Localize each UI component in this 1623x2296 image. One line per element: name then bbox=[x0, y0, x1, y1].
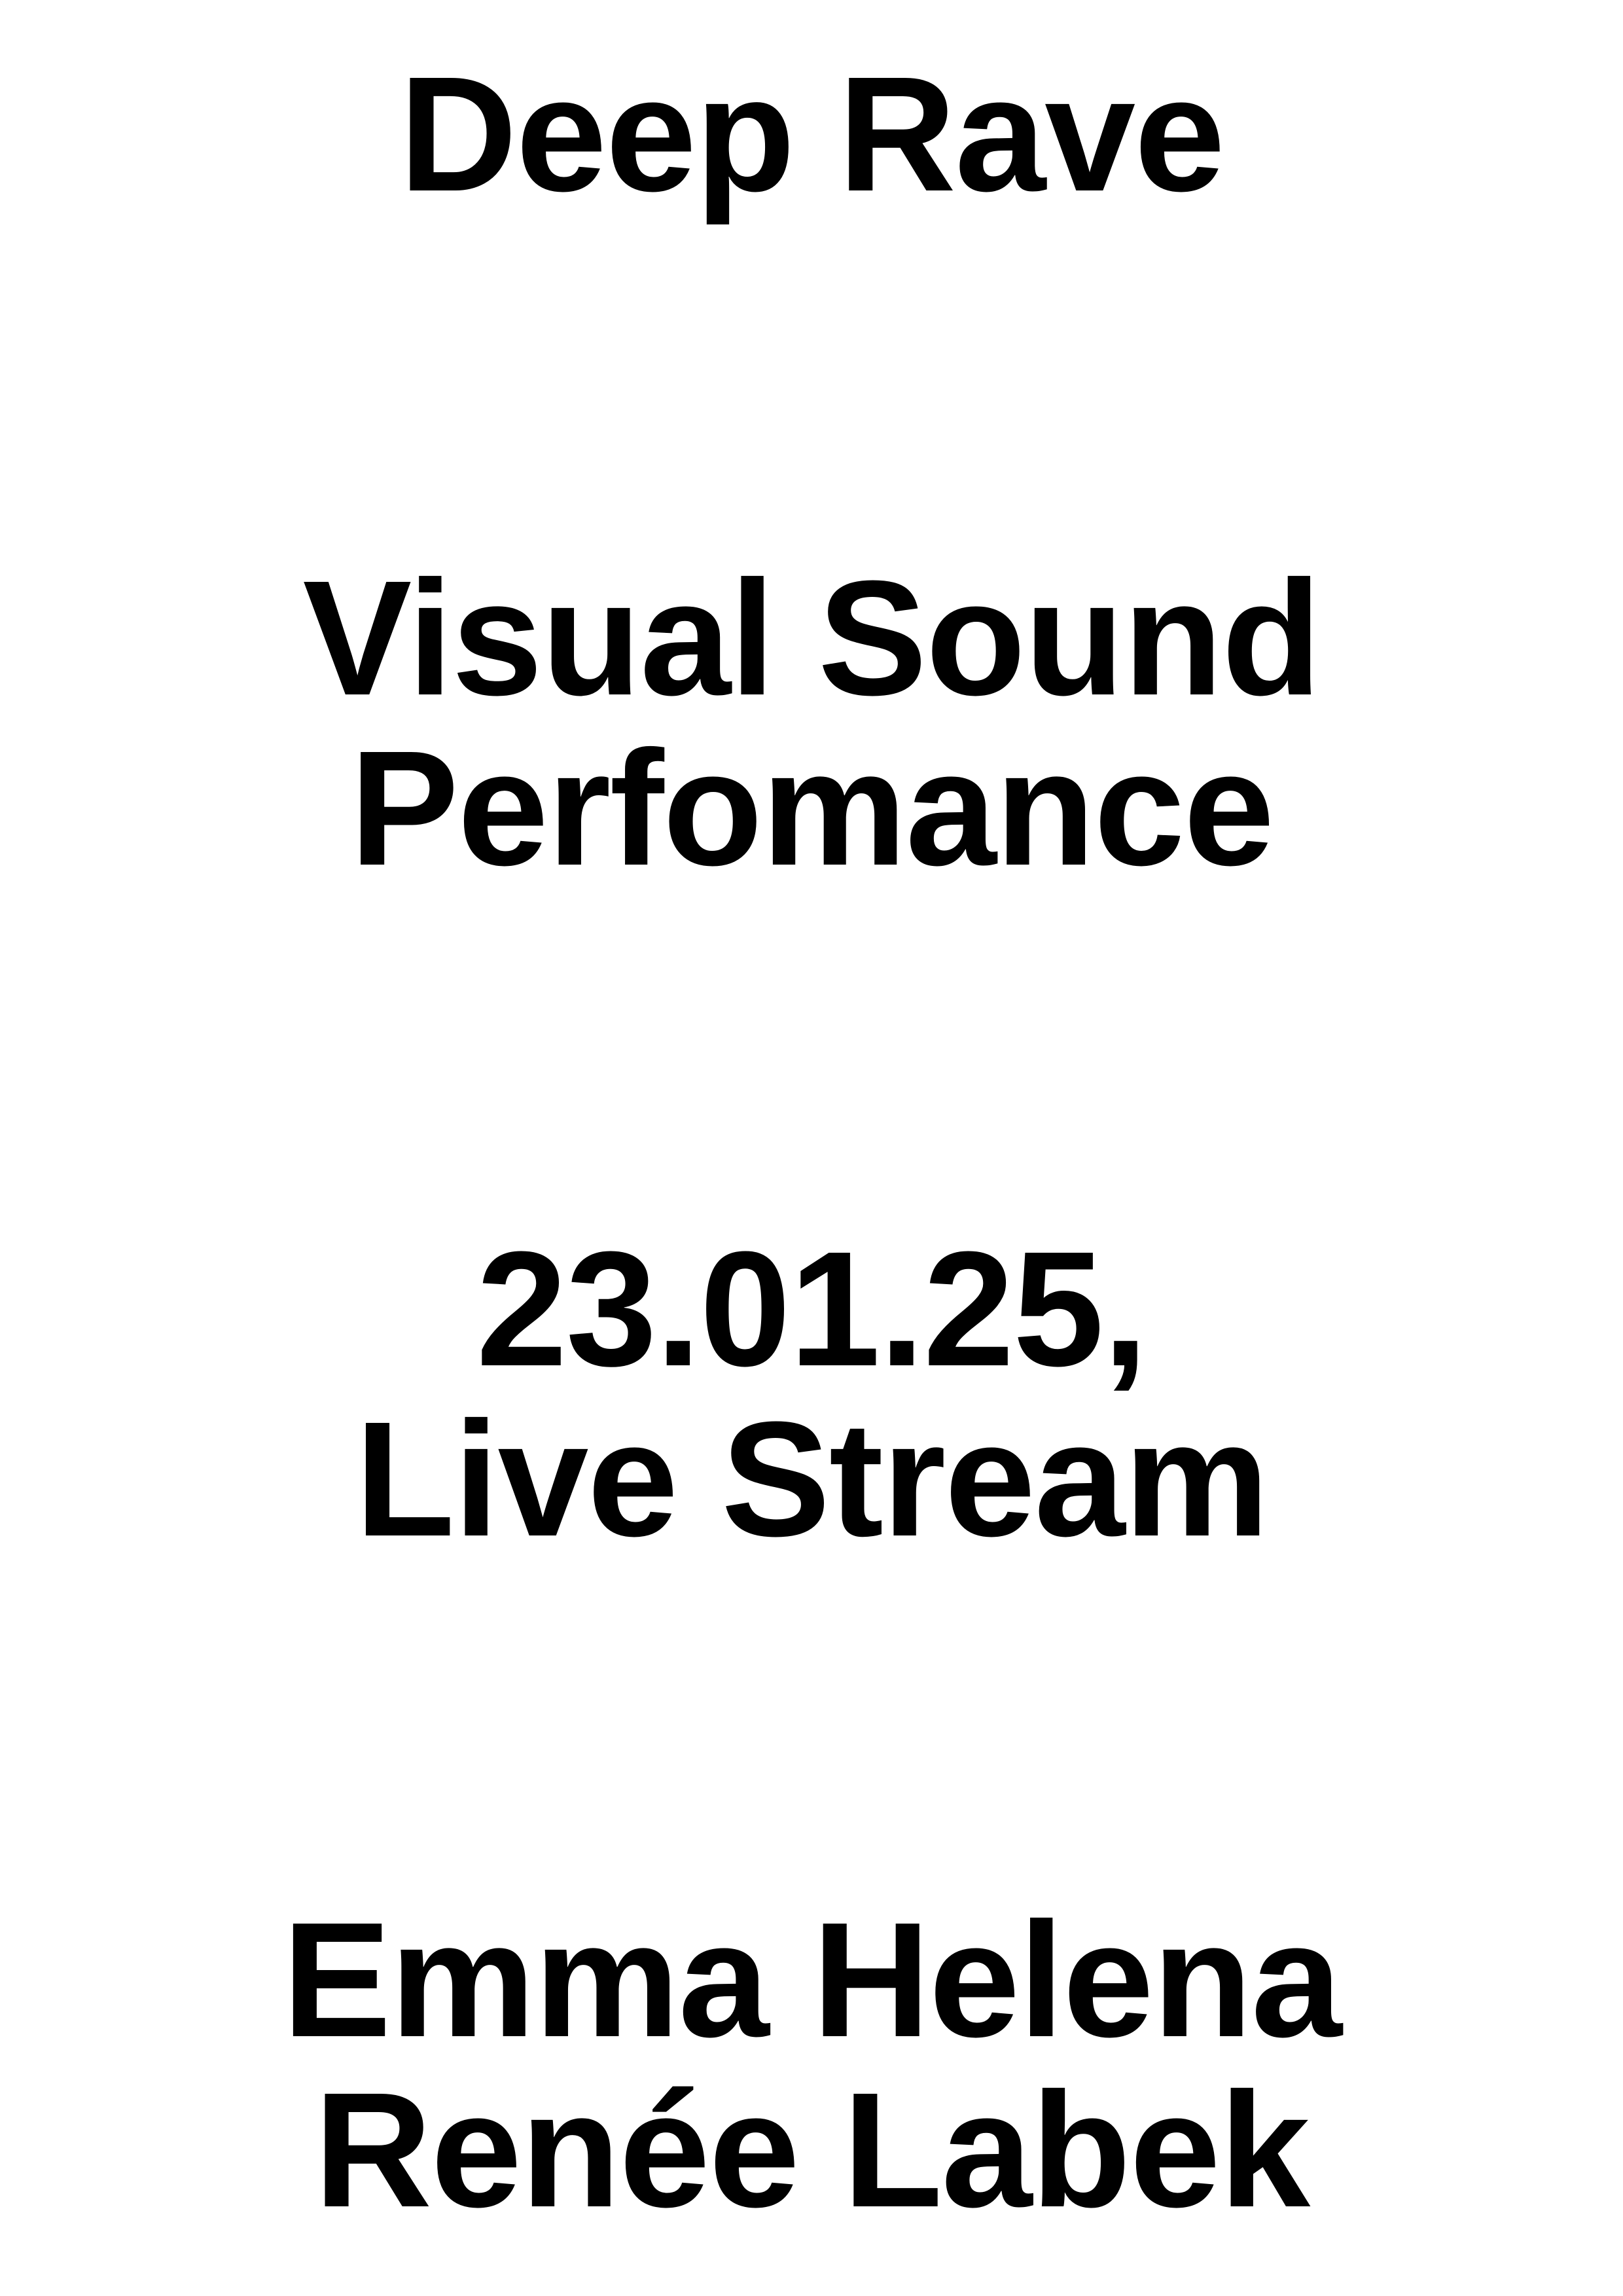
subtitle-block: Visual Sound Perfomance bbox=[0, 553, 1623, 893]
subtitle-line-1: Visual Sound bbox=[302, 547, 1322, 729]
artist-2: Renée Labek bbox=[313, 2058, 1310, 2241]
subtitle-line-2: Perfomance bbox=[349, 717, 1274, 899]
title-block: Deep Rave bbox=[0, 49, 1623, 219]
poster: Deep Rave Visual Sound Perfomance 23.01.… bbox=[0, 0, 1623, 2296]
event-title: Deep Rave bbox=[399, 43, 1225, 225]
event-date: 23.01.25, bbox=[476, 1217, 1149, 1400]
artists-block: Emma Helena Renée Labek bbox=[0, 1895, 1623, 2235]
event-venue: Live Stream bbox=[355, 1388, 1269, 1570]
date-venue-block: 23.01.25, Live Stream bbox=[0, 1224, 1623, 1564]
artist-1: Emma Helena bbox=[282, 1888, 1342, 2071]
